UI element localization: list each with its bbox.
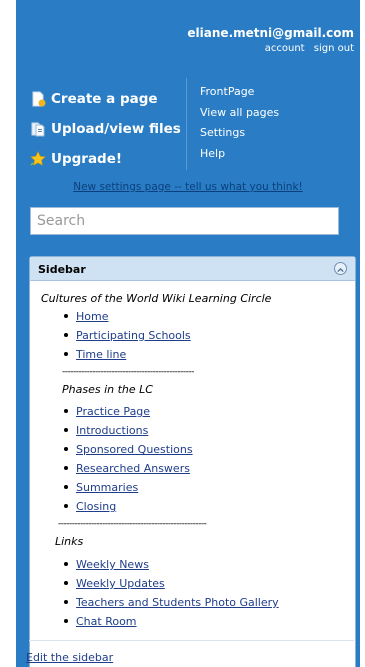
- upload-files-label: Upload/view files: [51, 121, 181, 137]
- account-link[interactable]: account: [265, 43, 305, 54]
- edit-sidebar-link[interactable]: Edit the sidebar: [26, 651, 113, 664]
- weekly-news-link[interactable]: Weekly News: [76, 558, 149, 571]
- researched-answers-link[interactable]: Researched Answers: [76, 462, 190, 475]
- upload-files-button[interactable]: Upload/view files: [30, 114, 181, 144]
- list-item: Closing: [64, 500, 116, 513]
- list-item: Home: [64, 310, 108, 323]
- sidebar-divider: [29, 640, 354, 641]
- chat-room-link[interactable]: Chat Room: [76, 615, 137, 628]
- new-settings-link[interactable]: New settings page -- tell us what you th…: [16, 181, 360, 193]
- star-icon: [30, 151, 46, 166]
- account-links: account sign out: [187, 43, 354, 54]
- help-link[interactable]: Help: [200, 146, 279, 167]
- sponsored-questions-link[interactable]: Sponsored Questions: [76, 443, 193, 456]
- closing-link[interactable]: Closing: [76, 500, 116, 513]
- upgrade-button[interactable]: Upgrade!: [30, 144, 181, 174]
- user-info: eliane.metni@gmail.com account sign out: [187, 26, 354, 54]
- nav-links: FrontPage View all pages Settings Help: [200, 84, 279, 166]
- create-page-label: Create a page: [51, 91, 158, 107]
- upload-files-icon: [31, 122, 45, 137]
- practice-page-link[interactable]: Practice Page: [76, 405, 150, 418]
- list-item: Practice Page: [64, 405, 150, 418]
- action-list: Create a page Upload/view files Upgrade!: [30, 84, 181, 174]
- search-input[interactable]: [30, 207, 339, 235]
- settings-link[interactable]: Settings: [200, 125, 279, 146]
- weekly-updates-link[interactable]: Weekly Updates: [76, 577, 165, 590]
- photo-gallery-link[interactable]: Teachers and Students Photo Gallery: [76, 596, 279, 609]
- sign-out-link[interactable]: sign out: [314, 43, 354, 54]
- list-item: Researched Answers: [64, 462, 190, 475]
- sidebar-heading-culture: Cultures of the World Wiki Learning Circ…: [41, 292, 272, 305]
- summaries-link[interactable]: Summaries: [76, 481, 138, 494]
- collapse-icon[interactable]: [334, 262, 347, 275]
- sidebar-heading-phases: Phases in the LC: [62, 383, 153, 396]
- sidebar-header: Sidebar: [30, 257, 355, 281]
- time-line-link[interactable]: Time line: [76, 348, 126, 361]
- list-item: Sponsored Questions: [64, 443, 193, 456]
- view-all-pages-link[interactable]: View all pages: [200, 105, 279, 126]
- list-item: Introductions: [64, 424, 148, 437]
- participating-schools-link[interactable]: Participating Schools: [76, 329, 191, 342]
- sidebar-heading-links: Links: [55, 535, 84, 548]
- wiki-panel: eliane.metni@gmail.com account sign out …: [16, 0, 360, 667]
- list-item: Participating Schools: [64, 329, 191, 342]
- separator-rule: ----------------------------------------…: [62, 367, 194, 377]
- frontpage-link[interactable]: FrontPage: [200, 84, 279, 105]
- upgrade-label: Upgrade!: [51, 151, 123, 167]
- list-item: Summaries: [64, 481, 138, 494]
- separator-rule: ----------------------------------------…: [58, 519, 207, 529]
- list-item: Weekly Updates: [64, 577, 165, 590]
- create-page-icon: [32, 91, 46, 107]
- sidebar-box: Sidebar Cultures of the World Wiki Learn…: [29, 256, 356, 667]
- user-email: eliane.metni@gmail.com: [187, 26, 354, 40]
- list-item: Weekly News: [64, 558, 149, 571]
- create-page-button[interactable]: Create a page: [30, 84, 181, 114]
- list-item: Time line: [64, 348, 126, 361]
- sidebar-title: Sidebar: [38, 263, 86, 276]
- list-item: Chat Room: [64, 615, 137, 628]
- introductions-link[interactable]: Introductions: [76, 424, 148, 437]
- divider: [186, 78, 187, 170]
- home-link[interactable]: Home: [76, 310, 108, 323]
- list-item: Teachers and Students Photo Gallery: [64, 596, 279, 609]
